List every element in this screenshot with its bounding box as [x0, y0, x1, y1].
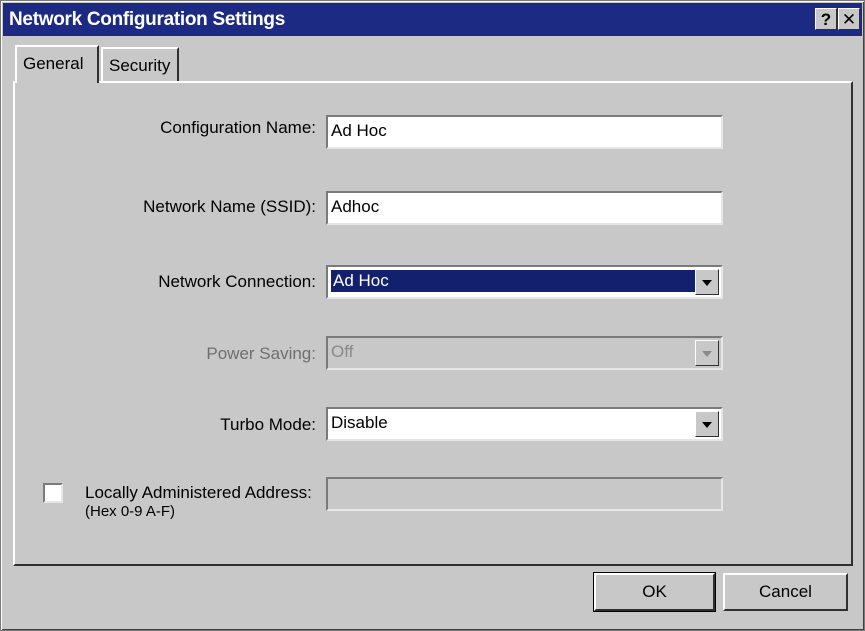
- tab-security[interactable]: Security: [101, 47, 179, 83]
- ok-button[interactable]: OK: [593, 572, 716, 612]
- close-icon[interactable]: ✕: [838, 8, 860, 30]
- title-bar[interactable]: Network Configuration Settings ? ✕: [3, 3, 862, 36]
- tab-general[interactable]: General: [15, 45, 99, 83]
- help-icon[interactable]: ?: [815, 8, 837, 30]
- dialog-title: Network Configuration Settings: [9, 9, 286, 30]
- dialog-window: Network Configuration Settings ? ✕ Gener…: [0, 0, 865, 631]
- cancel-button[interactable]: Cancel: [723, 573, 848, 611]
- general-tab-panel: [13, 81, 853, 566]
